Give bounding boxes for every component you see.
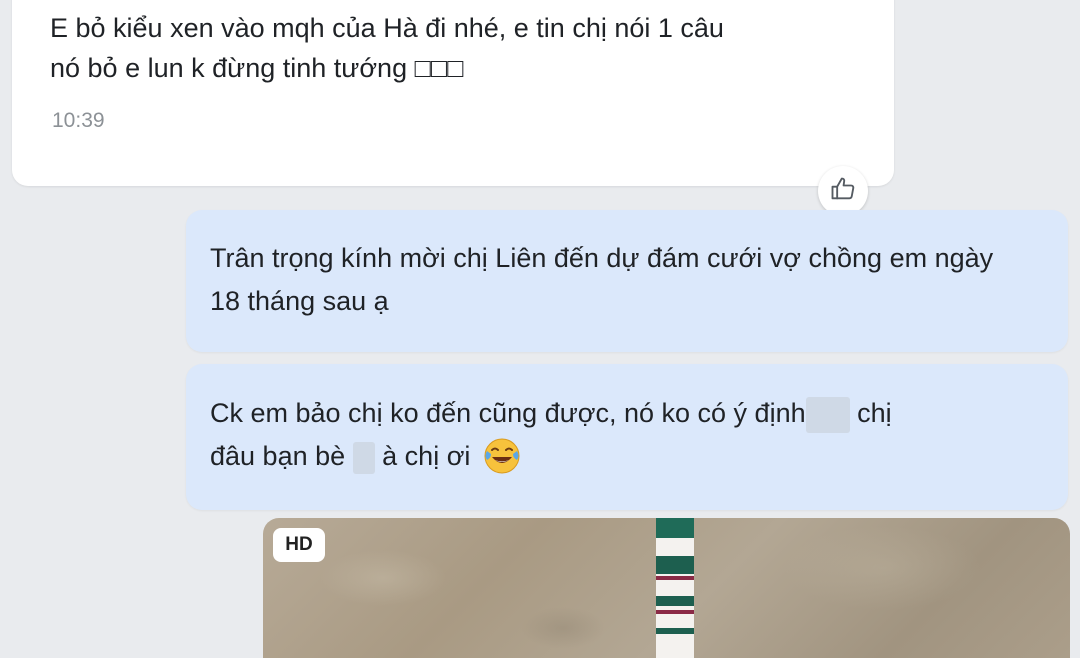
strip-segment — [656, 596, 694, 606]
thumbs-up-icon — [829, 175, 857, 208]
message-timestamp: 10:39 — [52, 109, 105, 132]
test-line — [656, 610, 694, 614]
outgoing-message-bubble[interactable]: Trân trọng kính mời chị Liên đến dự đám … — [186, 210, 1068, 352]
redacted-blur — [805, 396, 850, 433]
test-line — [656, 576, 694, 580]
reaction-button[interactable] — [818, 166, 868, 216]
strip-segment — [656, 556, 694, 574]
message-text-segment: à chị ơi — [374, 441, 471, 471]
incoming-message-text: E bỏ kiểu xen vào mqh của Hà đi nhé, e t… — [50, 13, 724, 83]
strip-cap — [656, 518, 694, 538]
strip-segment — [656, 628, 694, 634]
outgoing-message-text: Ck em bảo chị ko đến cũng được, nó ko có… — [210, 392, 1030, 478]
redacted-blur — [352, 441, 375, 474]
outgoing-message-text: Trân trọng kính mời chị Liên đến dự đám … — [210, 243, 994, 316]
message-text-segment: chị — [849, 398, 892, 428]
photo-attachment[interactable]: HD — [263, 518, 1070, 658]
incoming-message-bubble[interactable]: E bỏ kiểu xen vào mqh của Hà đi nhé, e t… — [12, 0, 894, 186]
message-text-segment: đâu bạn bè — [210, 441, 346, 471]
outgoing-message-bubble[interactable]: Ck em bảo chị ko đến cũng được, nó ko có… — [186, 364, 1068, 510]
laughing-tears-emoji-icon — [482, 435, 522, 475]
test-strip-image — [656, 518, 694, 658]
message-text-segment: Ck em bảo chị ko đến cũng được, nó ko có… — [210, 398, 806, 428]
hd-badge: HD — [273, 528, 325, 562]
